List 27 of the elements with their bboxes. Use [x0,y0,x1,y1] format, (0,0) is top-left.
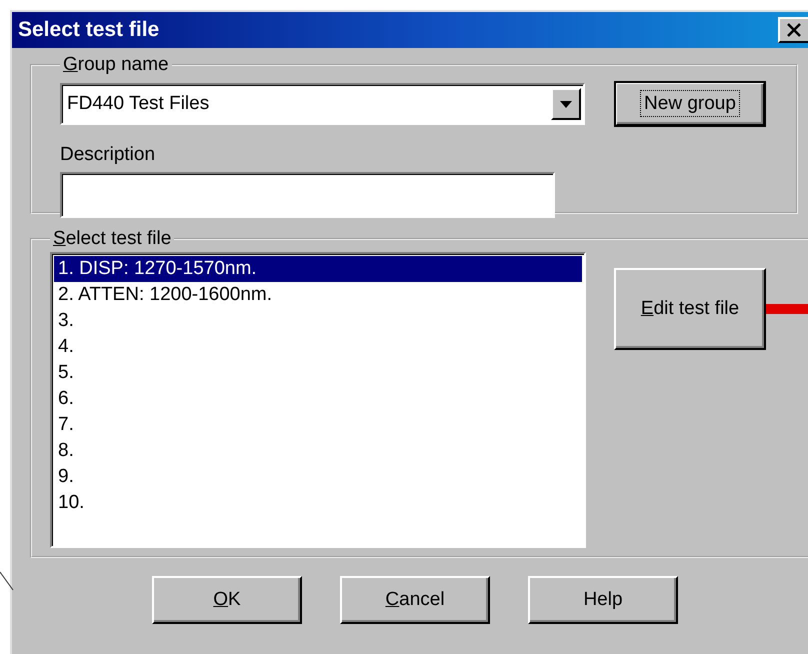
help-button[interactable]: Help [528,576,678,624]
list-item[interactable]: 9. [54,464,582,490]
group-label: Group name [62,54,170,76]
list-item[interactable]: 6. [54,386,582,412]
list-item[interactable]: 2. ATTEN: 1200-1600nm. [54,282,582,308]
list-item[interactable]: 7. [54,412,582,438]
description-label: Description [60,144,156,166]
leader-line [0,570,14,592]
window-title: Select test file [18,18,160,42]
ok-button[interactable]: OK [152,576,302,624]
close-icon [785,22,803,38]
cancel-button[interactable]: Cancel [340,576,490,624]
list-item[interactable]: 3. [54,308,582,334]
list-item[interactable]: 1. DISP: 1270-1570nm. [54,256,582,282]
dropdown-arrow-icon [560,100,572,108]
close-button[interactable] [778,17,808,43]
list-item[interactable]: 4. [54,334,582,360]
test-file-list[interactable]: 1. DISP: 1270-1570nm. 2. ATTEN: 1200-1600nm. 3. 4. 5. 6. 7. 8. 9. 10. [50,252,586,548]
new-group-button[interactable]: New group [615,82,765,126]
list-item[interactable]: 10. [54,490,582,516]
list-item[interactable]: 8. [54,438,582,464]
group-name-dropdown[interactable]: FD440 Test Files [60,83,585,125]
dropdown-button[interactable] [551,88,581,120]
group-label: Select test file [52,228,172,250]
description-field[interactable] [60,172,555,218]
list-item[interactable]: 5. [54,360,582,386]
edit-test-file-button[interactable]: Edit test file [614,268,766,350]
